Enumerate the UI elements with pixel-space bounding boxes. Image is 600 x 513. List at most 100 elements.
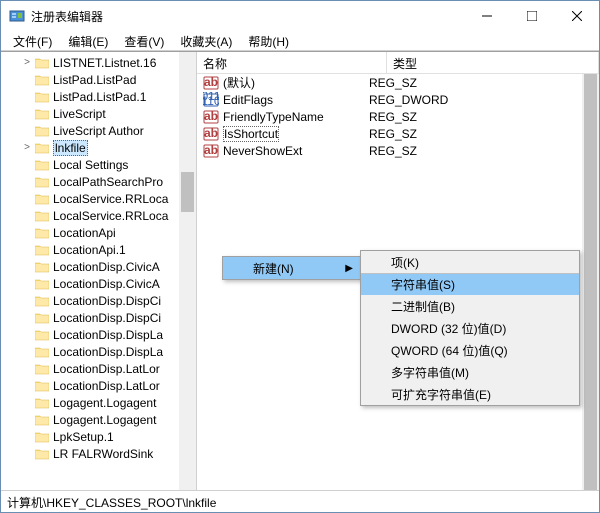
expand-icon[interactable] (21, 278, 33, 289)
list-scrollbar[interactable] (582, 74, 599, 490)
tree-item[interactable]: Logagent.Logagent (1, 394, 196, 411)
list-row[interactable]: 011110EditFlagsREG_DWORD (197, 91, 599, 108)
submenu-item[interactable]: 多字符串值(M) (361, 361, 579, 383)
tree-item[interactable]: LocalService.RRLoca (1, 190, 196, 207)
tree-item[interactable]: >lnkfile (1, 139, 196, 156)
expand-icon[interactable] (21, 227, 33, 238)
tree-label: LocationDisp.LatLor (53, 362, 160, 376)
tree-label: LocationDisp.LatLor (53, 379, 160, 393)
tree-item[interactable]: LocationDisp.DispCi (1, 309, 196, 326)
submenu-item[interactable]: QWORD (64 位)值(Q) (361, 339, 579, 361)
folder-icon (35, 159, 49, 171)
tree-item[interactable]: LocationDisp.CivicA (1, 258, 196, 275)
close-button[interactable] (554, 1, 599, 31)
scrollbar-thumb[interactable] (584, 74, 597, 490)
submenu-item[interactable]: 二进制值(B) (361, 295, 579, 317)
tree-item[interactable]: LocalService.RRLoca (1, 207, 196, 224)
expand-icon[interactable] (21, 176, 33, 187)
expand-icon[interactable] (21, 380, 33, 391)
expand-icon[interactable] (21, 261, 33, 272)
submenu-item[interactable]: 项(K) (361, 251, 579, 273)
tree-label: LocationApi.1 (53, 243, 126, 257)
tree-item[interactable]: ListPad.ListPad.1 (1, 88, 196, 105)
menu-file[interactable]: 文件(F) (5, 31, 60, 50)
menu-favorites[interactable]: 收藏夹(A) (172, 31, 240, 50)
tree-item[interactable]: LocationDisp.DispLa (1, 326, 196, 343)
tree-item[interactable]: LocationApi.1 (1, 241, 196, 258)
menu-edit[interactable]: 编辑(E) (60, 31, 116, 50)
col-type[interactable]: 类型 (387, 52, 599, 73)
list-row[interactable]: abNeverShowExtREG_SZ (197, 142, 599, 159)
expand-icon[interactable] (21, 431, 33, 442)
tree-label: LocalService.RRLoca (53, 209, 168, 223)
expand-icon[interactable] (21, 397, 33, 408)
value-type: REG_SZ (365, 110, 421, 124)
string-value-icon: ab (203, 143, 219, 159)
titlebar[interactable]: 注册表编辑器 (1, 1, 599, 31)
expand-icon[interactable] (21, 193, 33, 204)
submenu-label: 字符串值(S) (391, 276, 455, 293)
tree-item[interactable]: LpkSetup.1 (1, 428, 196, 445)
expand-icon[interactable] (21, 108, 33, 119)
maximize-button[interactable] (509, 1, 554, 31)
tree-item[interactable]: > LISTNET.Listnet.16 (1, 54, 196, 71)
context-menu: 新建(N) ▶ (222, 256, 362, 280)
tree-label: LISTNET.Listnet.16 (53, 56, 156, 70)
expand-icon[interactable]: > (21, 57, 33, 68)
expand-icon[interactable]: > (21, 142, 33, 153)
folder-icon (35, 210, 49, 222)
expand-icon[interactable] (21, 91, 33, 102)
tree-item[interactable]: Logagent.Logagent (1, 411, 196, 428)
expand-icon[interactable] (21, 312, 33, 323)
tree-item[interactable]: Local Settings (1, 156, 196, 173)
expand-icon[interactable] (21, 363, 33, 374)
tree-scrollbar[interactable] (179, 52, 196, 490)
tree-item[interactable]: LocationApi (1, 224, 196, 241)
expand-icon[interactable] (21, 329, 33, 340)
folder-icon (35, 414, 49, 426)
expand-icon[interactable] (21, 159, 33, 170)
expand-icon[interactable] (21, 346, 33, 357)
tree-pane[interactable]: > LISTNET.Listnet.16 ListPad.ListPad List… (1, 52, 197, 490)
col-name[interactable]: 名称 (197, 52, 387, 73)
expand-icon[interactable] (21, 244, 33, 255)
tree-item[interactable]: LiveScript Author (1, 122, 196, 139)
folder-icon (35, 244, 49, 256)
submenu-item[interactable]: DWORD (32 位)值(D) (361, 317, 579, 339)
folder-icon (35, 431, 49, 443)
tree-item[interactable]: LocalPathSearchPro (1, 173, 196, 190)
submenu-label: DWORD (32 位)值(D) (391, 320, 506, 337)
tree-item[interactable]: LR FALRWordSink (1, 445, 196, 462)
submenu-label: 多字符串值(M) (391, 364, 469, 381)
minimize-button[interactable] (464, 1, 509, 31)
folder-icon (35, 227, 49, 239)
expand-icon[interactable] (21, 414, 33, 425)
expand-icon[interactable] (21, 448, 33, 459)
tree-item[interactable]: LocationDisp.DispLa (1, 343, 196, 360)
tree-item[interactable]: LiveScript (1, 105, 196, 122)
menu-help[interactable]: 帮助(H) (240, 31, 297, 50)
menu-item-new[interactable]: 新建(N) ▶ (223, 257, 361, 279)
menu-item-label: 新建(N) (253, 260, 294, 277)
expand-icon[interactable] (21, 210, 33, 221)
list-row[interactable]: abFriendlyTypeNameREG_SZ (197, 108, 599, 125)
svg-text:ab: ab (204, 143, 218, 157)
tree-label: ListPad.ListPad (53, 73, 136, 87)
submenu-item[interactable]: 可扩充字符串值(E) (361, 383, 579, 405)
expand-icon[interactable] (21, 295, 33, 306)
menu-view[interactable]: 查看(V) (116, 31, 172, 50)
scrollbar-thumb[interactable] (181, 172, 194, 212)
tree-item[interactable]: LocationDisp.DispCi (1, 292, 196, 309)
list-row[interactable]: ab(默认)REG_SZ (197, 74, 599, 91)
submenu-item[interactable]: 字符串值(S) (361, 273, 579, 295)
list-row[interactable]: abIsShortcutREG_SZ (197, 125, 599, 142)
window-controls (464, 1, 599, 31)
expand-icon[interactable] (21, 74, 33, 85)
tree-item[interactable]: LocationDisp.LatLor (1, 377, 196, 394)
expand-icon[interactable] (21, 125, 33, 136)
tree-item[interactable]: LocationDisp.LatLor (1, 360, 196, 377)
tree-label: LocationDisp.DispLa (53, 328, 163, 342)
tree-item[interactable]: LocationDisp.CivicA (1, 275, 196, 292)
tree-item[interactable]: ListPad.ListPad (1, 71, 196, 88)
string-value-icon: ab (203, 75, 219, 91)
